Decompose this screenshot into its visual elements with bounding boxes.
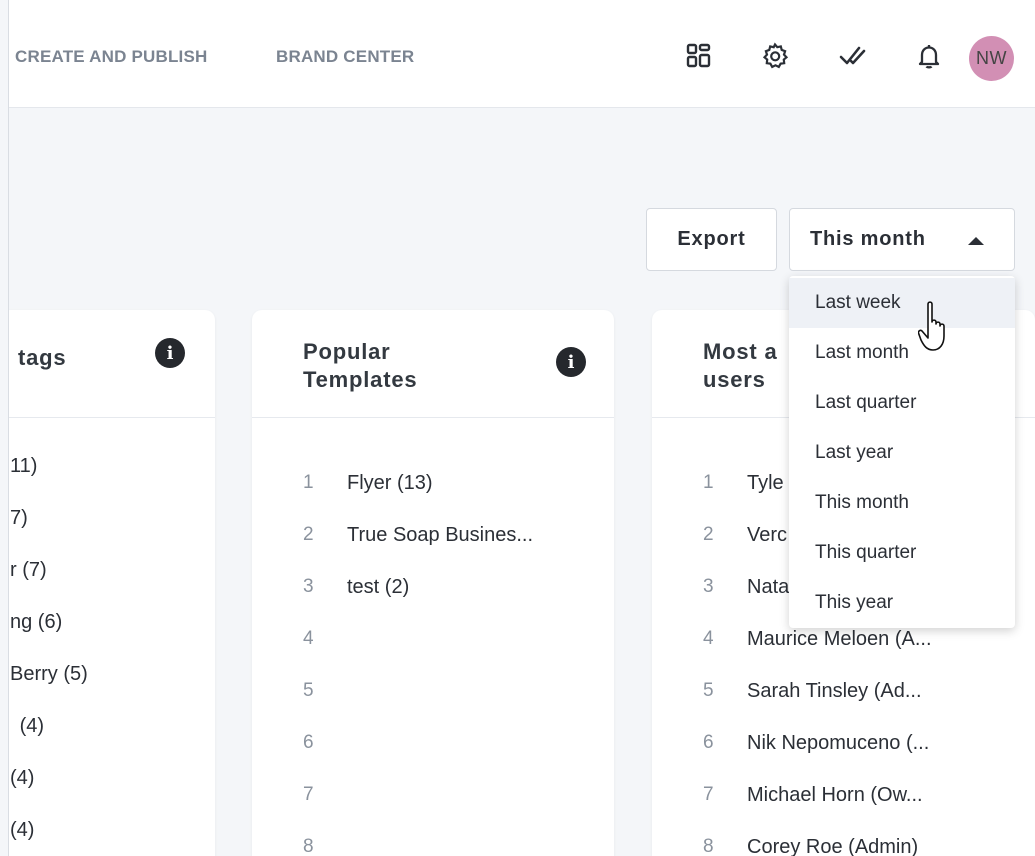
card-title-line: users — [703, 367, 766, 392]
list-item[interactable]: r (7) — [10, 557, 47, 583]
info-icon[interactable]: i — [556, 347, 586, 377]
list-item[interactable]: (4) — [10, 817, 34, 843]
list-item[interactable]: Flyer (13) — [347, 470, 433, 496]
dropdown-option-this-month[interactable]: This month — [789, 478, 1015, 528]
list-item-number: 6 — [703, 732, 714, 753]
card-title: Most a users — [703, 338, 777, 394]
period-select[interactable]: This month — [789, 208, 1015, 271]
nav-create-and-publish[interactable]: CREATE AND PUBLISH — [15, 47, 208, 67]
list-item-number: 3 — [303, 576, 314, 597]
list-item-number: 5 — [303, 680, 314, 701]
double-check-icon[interactable] — [835, 39, 869, 73]
dropdown-option-this-year[interactable]: This year — [789, 578, 1015, 628]
dropdown-option-last-month[interactable]: Last month — [789, 328, 1015, 378]
list-item[interactable]: Michael Horn (Ow... — [747, 782, 923, 808]
card-title-line: Templates — [303, 367, 418, 392]
list-item[interactable]: Berry (5) — [10, 661, 88, 687]
list-item[interactable]: Verc — [747, 522, 787, 548]
list-item-number: 8 — [703, 836, 714, 856]
list-item[interactable]: 11) — [10, 453, 37, 479]
list-item[interactable]: True Soap Busines... — [347, 522, 533, 548]
list-item[interactable]: Maurice Meloen (A... — [747, 626, 932, 652]
popular-templates-card: Popular Templates i 1 Flyer (13) 2 True Soa… — [252, 310, 614, 856]
list-item[interactable]: test (2) — [347, 574, 409, 600]
list-item[interactable]: ng (6) — [10, 609, 62, 635]
dropdown-option-last-quarter[interactable]: Last quarter — [789, 378, 1015, 428]
list-item-number: 1 — [303, 472, 314, 493]
list-item[interactable]: (4) — [10, 765, 34, 791]
card-title: Popular Templates — [303, 338, 417, 394]
info-icon[interactable]: i — [155, 338, 185, 368]
list-item-number: 4 — [703, 628, 714, 649]
list-item-number: 5 — [703, 680, 714, 701]
left-sidebar-edge — [0, 0, 9, 856]
period-select-label: This month — [810, 228, 926, 250]
list-item[interactable]: Sarah Tinsley (Ad... — [747, 678, 922, 704]
card-header: Popular Templates i — [252, 310, 614, 418]
apps-grid-icon[interactable] — [682, 39, 716, 73]
list-item-number: 7 — [703, 784, 714, 805]
dropdown-option-this-quarter[interactable]: This quarter — [789, 528, 1015, 578]
list-item-number: 6 — [303, 732, 314, 753]
top-tags-card: tags i 11) 7) r (7) ng (6) Berry (5) (4)… — [0, 310, 215, 856]
list-item-number: 3 — [703, 576, 714, 597]
card-title: tags — [18, 345, 67, 370]
list-item[interactable]: Nata — [747, 574, 789, 600]
list-item[interactable]: Corey Roe (Admin) — [747, 834, 918, 856]
period-dropdown-menu: Last week Last month Last quarter Last year… — [789, 276, 1015, 628]
list-item-text: (4) — [14, 715, 45, 737]
dropdown-option-last-week[interactable]: Last week — [789, 278, 1015, 328]
list-item[interactable]: Tyle — [747, 470, 784, 496]
card-header: tags i — [0, 310, 215, 418]
dropdown-option-last-year[interactable]: Last year — [789, 428, 1015, 478]
list-item-number: 2 — [703, 524, 714, 545]
export-button[interactable]: Export — [646, 208, 777, 271]
export-button-label: Export — [677, 228, 746, 250]
list-item-number: 7 — [303, 784, 314, 805]
user-avatar[interactable]: NW — [969, 36, 1014, 81]
list-item-number: 8 — [303, 836, 314, 856]
list-item[interactable]: Nik Nepomuceno (... — [747, 730, 929, 756]
card-title-line: Most a — [703, 339, 778, 364]
gear-icon[interactable] — [758, 39, 792, 73]
caret-up-icon — [968, 237, 984, 245]
list-item[interactable]: 7) — [10, 505, 28, 531]
bell-icon[interactable] — [912, 39, 946, 73]
top-navigation-bar: CREATE AND PUBLISH BRAND CENTER NW — [9, 0, 1035, 108]
list-item-number: 1 — [703, 472, 714, 493]
card-title-line: Popular — [303, 339, 391, 364]
list-item-number: 4 — [303, 628, 314, 649]
list-item-number: 2 — [303, 524, 314, 545]
nav-brand-center[interactable]: BRAND CENTER — [276, 47, 414, 67]
list-item[interactable]: (4) — [10, 713, 44, 739]
